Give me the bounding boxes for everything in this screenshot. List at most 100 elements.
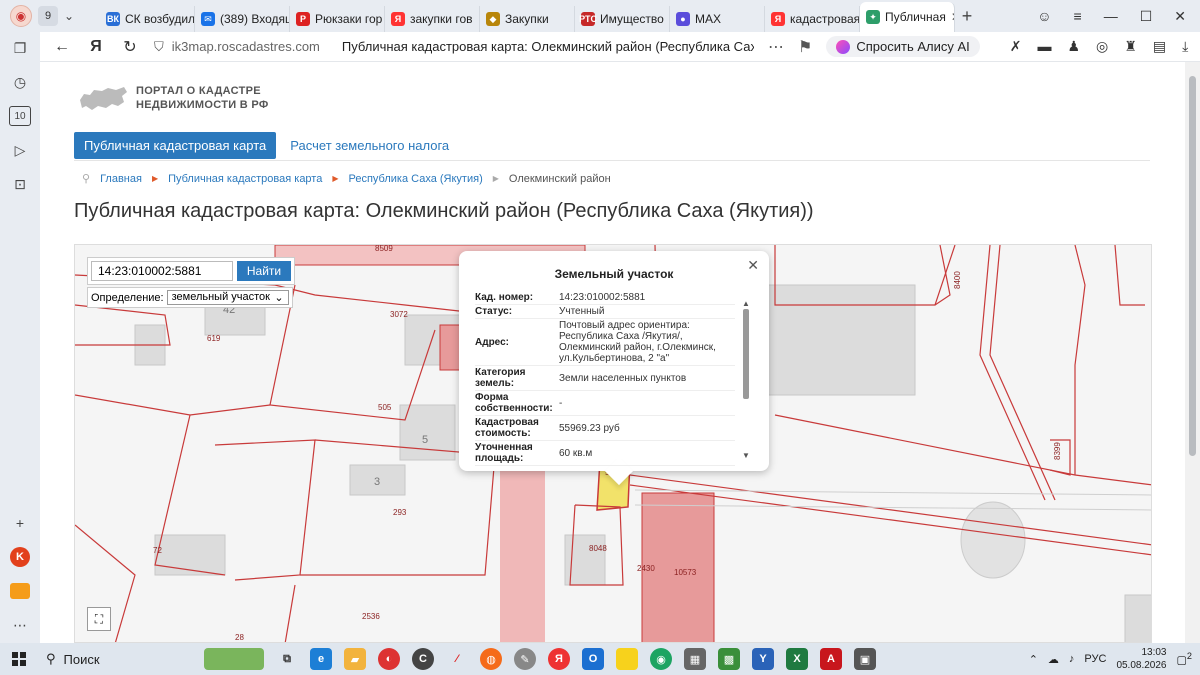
cadastral-map[interactable]: 8509 3072 42 619 505 5 3 293 72 2536 8048 2430 10573… — [74, 244, 1152, 643]
clock[interactable]: 13:03 05.08.2026 — [1116, 646, 1166, 672]
back-button[interactable]: ← — [52, 38, 72, 56]
maximize-button[interactable]: ☐ — [1140, 8, 1153, 25]
browser-tab[interactable]: ✦Публичная✕ — [860, 2, 955, 32]
paint-icon[interactable]: ✎ — [514, 648, 536, 670]
fullscreen-button[interactable]: ⛶ — [87, 607, 111, 631]
site-logo[interactable]: ПОРТАЛ О КАДАСТРЕ НЕДВИЖИМОСТИ В РФ — [78, 82, 269, 114]
browser-tab[interactable]: P Рюкзаки гор — [290, 6, 385, 32]
map-label: 10573 — [674, 568, 697, 577]
add-icon[interactable]: + — [9, 513, 31, 533]
popup-scrollbar[interactable]: ▲ ▼ — [742, 299, 750, 460]
menu-icon[interactable]: ≡ — [1074, 8, 1082, 24]
scroll-up-icon[interactable]: ▲ — [742, 299, 750, 308]
popup-close-icon[interactable]: ✕ — [747, 257, 759, 274]
browser-tab[interactable]: ◆ Закупки — [480, 6, 575, 32]
bookmark-icon[interactable]: ⚑ — [798, 37, 812, 57]
parcel-info-popup: Земельный участок ✕ Кад. номер: 14:23:010… — [459, 251, 769, 486]
chevron-down-icon[interactable]: ⌄ — [64, 9, 74, 23]
pdf-icon[interactable]: A — [820, 648, 842, 670]
browser-tab[interactable]: ✉ (389) Входящ — [195, 6, 290, 32]
building — [154, 534, 226, 576]
extension-shirt-icon[interactable]: ♜ — [1124, 38, 1137, 55]
breadcrumb-home[interactable]: Главная — [100, 173, 142, 185]
ten-icon[interactable]: 10 — [9, 106, 31, 126]
popup-scroll-thumb[interactable] — [743, 309, 749, 399]
find-button[interactable]: Найти — [237, 261, 291, 281]
building — [399, 404, 456, 461]
edge-icon[interactable]: e — [310, 648, 332, 670]
volume-icon[interactable]: ♪ — [1069, 653, 1075, 665]
page-scroll-thumb[interactable] — [1189, 76, 1196, 456]
language-indicator[interactable]: РУС — [1084, 653, 1106, 665]
yandex-browser-icon[interactable]: ◉ — [10, 5, 32, 27]
extension-bell-icon[interactable]: ♟ — [1067, 38, 1080, 55]
minimize-button[interactable]: — — [1104, 8, 1118, 24]
more-sidebar-icon[interactable]: ⋯ — [9, 615, 31, 635]
firefox-icon[interactable]: ◍ — [480, 648, 502, 670]
outlook-icon[interactable]: O — [582, 648, 604, 670]
page-scrollbar[interactable] — [1185, 62, 1200, 643]
reload-button[interactable]: ↻ — [120, 37, 140, 57]
popup-row-value: Почтовый адрес ориентира: Республика Сах… — [559, 320, 716, 364]
profile-icon[interactable]: ☺ — [1037, 8, 1051, 24]
file-explorer-icon[interactable]: ▰ — [344, 648, 366, 670]
yandex-logo-icon[interactable]: Я — [86, 38, 106, 56]
menu-land-tax[interactable]: Расчет земельного налога — [286, 132, 453, 159]
collections-icon[interactable]: ❐ — [9, 38, 31, 58]
cadastral-number-input[interactable] — [91, 261, 233, 281]
close-window-button[interactable]: ✕ — [1174, 8, 1186, 25]
browser-tab[interactable]: РТС Имущество — [575, 6, 670, 32]
extension-office-icon[interactable]: ▤ — [1153, 38, 1166, 55]
browser-sidebar: ❐ ◷ 10 ▷ ⊡ + K ⋯ — [0, 32, 40, 643]
scroll-down-icon[interactable]: ▼ — [742, 451, 750, 460]
definition-select[interactable]: земельный участок ⌄ — [166, 290, 289, 305]
tab-favicon-icon: ✉ — [201, 12, 215, 26]
alice-button[interactable]: Спросить Алису AI — [826, 36, 980, 57]
kinopoisk-icon[interactable]: K — [9, 547, 31, 567]
taskbar-search[interactable]: ⚲ Поиск — [38, 643, 200, 675]
network-icon[interactable]: ☁ — [1048, 653, 1059, 666]
map-label: 5 — [422, 434, 428, 446]
tray-chevron-icon[interactable]: ⌃ — [1029, 653, 1038, 666]
logo-line2: НЕДВИЖИМОСТИ В РФ — [136, 99, 269, 111]
history-icon[interactable]: ◷ — [9, 72, 31, 92]
app-c-icon[interactable]: C — [412, 648, 434, 670]
browser-tab[interactable]: Язакупки гов — [385, 6, 480, 32]
popup-row-value: Учтенный — [559, 306, 605, 317]
tab-count-badge[interactable]: 9 — [38, 6, 58, 26]
camera-icon[interactable]: ⊡ — [9, 174, 31, 194]
breadcrumb-arrow-icon: ▶ — [151, 174, 159, 183]
app-map-icon[interactable]: ▩ — [718, 648, 740, 670]
yandex-browser-taskbar-icon[interactable]: Y — [752, 648, 774, 670]
window-controls: ☺ ≡ — ☐ ✕ — [1037, 8, 1200, 25]
weather-widget-icon[interactable] — [204, 648, 264, 670]
play-icon[interactable]: ▷ — [9, 140, 31, 160]
map-label: 3 — [374, 476, 380, 488]
more-icon[interactable]: ⋯ — [768, 37, 784, 57]
extension-hat-icon[interactable]: ▬ — [1037, 38, 1051, 55]
start-button[interactable] — [0, 643, 38, 675]
extension-circle-icon[interactable]: ◎ — [1096, 38, 1108, 55]
calculator-icon[interactable]: ▦ — [684, 648, 706, 670]
new-tab-button[interactable]: + — [955, 6, 979, 27]
popup-row-value: 60 кв.м — [559, 447, 593, 459]
extension-k-icon[interactable]: ✗ — [1010, 38, 1022, 55]
app-red-icon[interactable]: ◐ — [378, 648, 400, 670]
app-tile-icon[interactable]: ▣ — [854, 648, 876, 670]
yandex-icon[interactable]: Я — [548, 648, 570, 670]
browser-tab[interactable]: ● MAX — [670, 6, 765, 32]
browser-tab[interactable]: Якадастровая — [765, 6, 860, 32]
url-field[interactable]: ⛉ ik3map.roscadastres.com Публичная када… — [154, 39, 754, 55]
download-icon[interactable]: ⤓ — [1182, 38, 1188, 55]
mail-icon[interactable] — [9, 581, 31, 601]
notification-icon[interactable]: ▢2 — [1177, 651, 1193, 667]
sticky-notes-icon[interactable] — [616, 648, 638, 670]
menu-cadastral-map[interactable]: Публичная кадастровая карта — [74, 132, 277, 159]
chrome-icon[interactable]: ◉ — [650, 648, 672, 670]
browser-tab[interactable]: ВК СК возбудил — [100, 6, 195, 32]
breadcrumb-map[interactable]: Публичная кадастровая карта — [168, 173, 322, 185]
excel-icon[interactable]: X — [786, 648, 808, 670]
breadcrumb-region[interactable]: Республика Саха (Якутия) — [349, 173, 483, 185]
task-view-icon[interactable]: ⧉ — [276, 648, 298, 670]
app-feather-icon[interactable]: ⁄ — [446, 648, 468, 670]
